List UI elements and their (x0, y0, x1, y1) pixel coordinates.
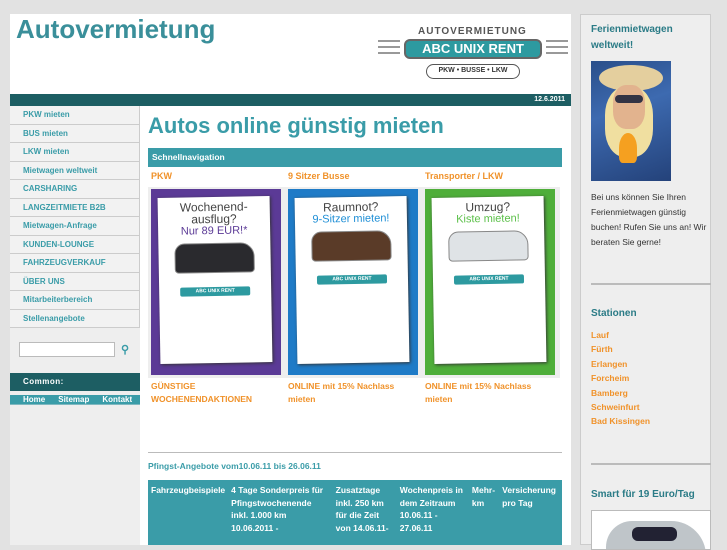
poster-brand: ABC UNIX RENT (180, 286, 251, 297)
column-link[interactable]: PKW (151, 171, 172, 181)
poster-wrapper: Umzug? Kiste mieten! ABC UNIX RENT (422, 187, 560, 378)
station-link[interactable]: Erlangen (591, 357, 650, 371)
poster-image[interactable]: Raumnot? 9-Sitzer mieten! ABC UNIX RENT (288, 189, 418, 375)
column-link[interactable]: 9 Sitzer Busse (288, 171, 350, 181)
smart-car-image[interactable] (591, 510, 711, 550)
poster-brand: ABC UNIX RENT (316, 274, 388, 285)
vehicle-image (174, 242, 255, 274)
poster-brand: ABC UNIX RENT (453, 274, 525, 285)
poster-caption[interactable]: ONLINE mit 15% Nachlass mieten (425, 380, 560, 406)
station-link[interactable]: Fürth (591, 342, 650, 356)
sidebar: PKW mieten BUS mieten LKW mieten Mietwagen … (10, 106, 140, 545)
divider (148, 452, 562, 453)
poster-image[interactable]: Wochenend-ausflug? Nur 89 EUR!* ABC UNIX R… (151, 189, 281, 375)
sidebar-item[interactable]: Mitarbeiterbereich (10, 291, 140, 310)
common-item[interactable]: Home (10, 395, 46, 405)
station-link[interactable]: Forcheim (591, 371, 650, 385)
poster-image[interactable]: Umzug? Kiste mieten! ABC UNIX RENT (425, 189, 555, 375)
vehicle-image (311, 230, 392, 262)
logo[interactable]: AUTOVERMIETUNG ABC UNIX RENT PKW • BUSSE… (378, 26, 570, 84)
stations-title: Stationen (591, 308, 637, 319)
sidebar-item[interactable]: LANGZEITMIETE B2B (10, 198, 140, 217)
column-link[interactable]: Transporter / LKW (425, 171, 503, 181)
site-title[interactable]: Autovermietung (16, 14, 215, 45)
common-item[interactable]: Kontakt (89, 395, 133, 405)
divider (591, 283, 711, 285)
sidebar-item[interactable]: Mietwagen-Anfrage (10, 217, 140, 236)
poster-caption[interactable]: GÜNSTIGE WOCHENENDAKTIONEN (151, 380, 286, 406)
poster-subline: Kiste mieten! (456, 212, 520, 226)
common-menu: Common: HomeSitemapKontaktImpressumAGBGe… (10, 373, 279, 409)
offers-title: Pfingst-Angebote vom10.06.11 bis 26.06.1… (148, 461, 321, 471)
table-header: Versicherung pro Tag (502, 485, 556, 508)
poster-card: Wochenend-ausflug? Nur 89 EUR!* ABC UNIX R… (157, 196, 273, 364)
search-input[interactable] (19, 342, 115, 357)
poster-wrapper: Wochenend-ausflug? Nur 89 EUR!* ABC UNIX R… (148, 187, 286, 378)
search-icon[interactable]: ⚲ (121, 343, 129, 356)
common-item[interactable]: Sitemap (45, 395, 90, 405)
table-header: Wochenpreis in dem Zeitraum 10.06.11 - 2… (399, 485, 463, 533)
table-header: Fahrzeugbeispiele (151, 485, 226, 495)
poster-wrapper: Raumnot? 9-Sitzer mieten! ABC UNIX RENT (285, 187, 423, 378)
table-header: Mehr-km (471, 485, 496, 508)
sidebar-item[interactable]: Stellenangebote (10, 309, 140, 328)
vehicle-image (448, 230, 529, 262)
logo-line3: PKW • BUSSE • LKW (426, 64, 520, 79)
sidebar-item[interactable]: Mietwagen weltweit (10, 161, 140, 180)
stations-list: Lauf Fürth Erlangen Forcheim Bamberg Schweinf… (591, 328, 650, 429)
sidebar-item[interactable]: PKW mieten (10, 106, 140, 125)
sidebar-item[interactable]: FAHRZEUGVERKAUF (10, 254, 140, 273)
divider (591, 463, 711, 465)
logo-line1: AUTOVERMIETUNG (418, 26, 527, 37)
common-title: Common: (10, 373, 140, 391)
station-link[interactable]: Bad Kissingen (591, 414, 650, 428)
sidebar-item[interactable]: ÜBER UNS (10, 272, 140, 291)
date-bar: 12.6.2011 (10, 94, 571, 106)
promo-photo[interactable] (591, 61, 671, 181)
sidebar-item[interactable]: LKW mieten (10, 143, 140, 162)
station-link[interactable]: Schweinfurt (591, 400, 650, 414)
promo-text: Bei uns können Sie Ihren Ferienmietwagen… (591, 192, 707, 247)
poster-subline: Nur 89 EUR!* (180, 224, 248, 238)
sidebar-menu: PKW mieten BUS mieten LKW mieten Mietwagen … (10, 106, 140, 328)
logo-name: ABC UNIX RENT (404, 39, 542, 59)
station-link[interactable]: Lauf (591, 328, 650, 342)
page-title: Autos online günstig mieten (148, 113, 444, 138)
poster-caption[interactable]: ONLINE mit 15% Nachlass mieten (288, 380, 423, 406)
sidebar-item[interactable]: BUS mieten (10, 124, 140, 143)
quicknav-bar: Schnellnavigation (148, 148, 562, 167)
offers-table: Fahrzeugbeispiele 4 Tage Sonderpreis für … (148, 480, 562, 545)
poster-headline: Wochenend-ausflug? (179, 199, 248, 227)
station-link[interactable]: Bamberg (591, 386, 650, 400)
smart-title: Smart für 19 Euro/Tag (591, 489, 695, 500)
header: Autovermietung AUTOVERMIETUNG ABC UNIX R… (10, 14, 571, 94)
table-header: 4 Tage Sonderpreis für Pfingstwochenende… (231, 485, 324, 533)
poster-card: Raumnot? 9-Sitzer mieten! ABC UNIX RENT (294, 196, 410, 364)
date: 12.6.2011 (534, 96, 565, 103)
promo-title: Ferienmietwagen weltweit! (591, 24, 673, 51)
poster-card: Umzug? Kiste mieten! ABC UNIX RENT (431, 196, 547, 364)
table-header: Zusatztage inkl. 250 km für die Zeit von… (335, 485, 389, 533)
poster-subline: 9-Sitzer mieten! (312, 212, 390, 226)
sidebar-item[interactable]: KUNDEN-LOUNGE (10, 235, 140, 254)
sidebar-item[interactable]: CARSHARING (10, 180, 140, 199)
